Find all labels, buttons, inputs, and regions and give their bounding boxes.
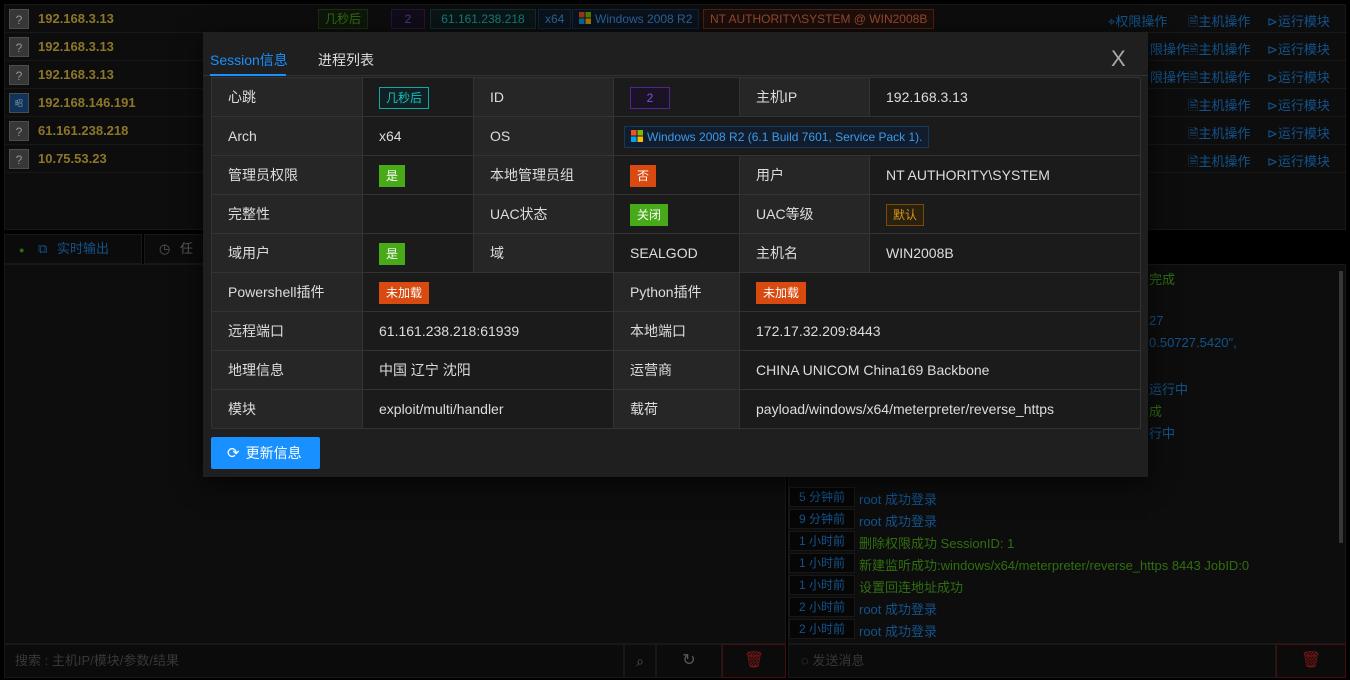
uac-level-label: UAC等级 [740,195,870,234]
admin-tag: 是 [379,165,406,188]
arch-value: x64 [363,117,474,156]
domain-user-value: 是 [363,234,474,273]
integrity-value [363,195,474,234]
active-tab-indicator [210,74,286,76]
python-value: 未加载 [740,273,1141,312]
python-label: Python插件 [614,273,740,312]
uac-status-tag: 关闭 [630,204,669,227]
geo-label: 地理信息 [212,351,363,390]
isp-value: CHINA UNICOM China169 Backbone [740,351,1141,390]
user-value: NT AUTHORITY\SYSTEM [870,156,1141,195]
host-ip-label: 主机IP [740,78,870,117]
admin-label: 管理员权限 [212,156,363,195]
uac-level-tag: 默认 [886,204,925,227]
tab-process-list[interactable]: 进程列表 [318,50,374,70]
powershell-tag: 未加载 [379,282,430,305]
close-icon[interactable]: X [1111,48,1126,70]
geo-value: 中国 辽宁 沈阳 [363,351,614,390]
update-info-button[interactable]: ⟳ 更新信息 [211,437,320,469]
heartbeat-tag: 几秒后 [379,87,430,110]
uac-level-value: 默认 [870,195,1141,234]
remote-port-label: 远程端口 [212,312,363,351]
arch-label: Arch [212,117,363,156]
admin-value: 是 [363,156,474,195]
modal-tabs: Session信息 进程列表 X [203,32,1148,76]
uac-status-value: 关闭 [614,195,740,234]
payload-label: 载荷 [614,390,740,429]
tab-session-info[interactable]: Session信息 [210,50,288,70]
integrity-label: 完整性 [212,195,363,234]
os-tag: Windows 2008 R2 (6.1 Build 7601, Service… [624,126,930,149]
heartbeat-label: 心跳 [212,78,363,117]
module-label: 模块 [212,390,363,429]
powershell-label: Powershell插件 [212,273,363,312]
remote-port-value: 61.161.238.218:61939 [363,312,614,351]
module-value: exploit/multi/handler [363,390,614,429]
sync-icon: ⟳ [227,445,240,462]
heartbeat-value: 几秒后 [363,78,474,117]
domain-value: SEALGOD [614,234,740,273]
windows-logo-icon [631,130,643,143]
hostname-value: WIN2008B [870,234,1141,273]
hostname-label: 主机名 [740,234,870,273]
update-info-label: 更新信息 [245,445,302,461]
os-label: OS [474,117,614,156]
session-info-table: 心跳 几秒后 ID 2 主机IP 192.168.3.13 Arch x64 O… [211,77,1141,429]
local-admin-group-tag: 否 [630,165,657,188]
id-tag: 2 [630,87,670,110]
id-value: 2 [614,78,740,117]
host-ip-value: 192.168.3.13 [870,78,1141,117]
payload-value: payload/windows/x64/meterpreter/reverse_… [740,390,1141,429]
uac-status-label: UAC状态 [474,195,614,234]
powershell-value: 未加载 [363,273,614,312]
domain-user-tag: 是 [379,243,406,266]
domain-user-label: 域用户 [212,234,363,273]
domain-label: 域 [474,234,614,273]
session-info-modal: Session信息 进程列表 X 心跳 几秒后 ID 2 主机IP 192.16… [203,32,1148,477]
id-label: ID [474,78,614,117]
local-port-label: 本地端口 [614,312,740,351]
local-port-value: 172.17.32.209:8443 [740,312,1141,351]
user-label: 用户 [740,156,870,195]
os-value: Windows 2008 R2 (6.1 Build 7601, Service… [614,117,1141,156]
python-tag: 未加载 [756,282,807,305]
isp-label: 运营商 [614,351,740,390]
local-admin-group-value: 否 [614,156,740,195]
os-tag-label: Windows 2008 R2 (6.1 Build 7601, Service… [647,130,923,145]
local-admin-group-label: 本地管理员组 [474,156,614,195]
